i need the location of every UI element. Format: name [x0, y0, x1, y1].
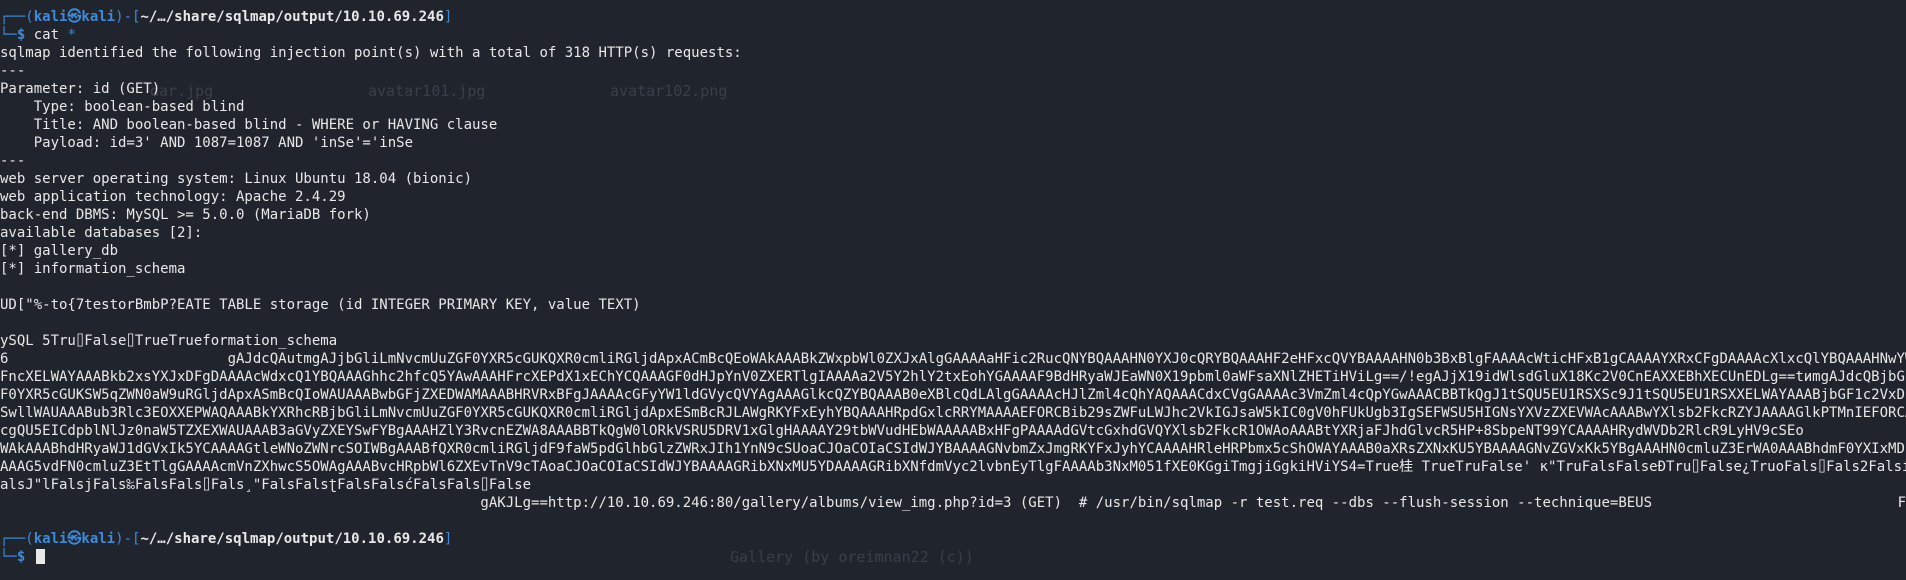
prompt-dollar: $	[16, 549, 34, 565]
command-output: sqlmap identified the following injectio…	[0, 44, 1906, 530]
terminal-output: ┌──(kali㉿kali)-[~/…/share/sqlmap/output/…	[0, 8, 1906, 566]
command-line-1: └─$ cat *	[0, 26, 1906, 44]
output-line: web application technology: Apache 2.4.2…	[0, 189, 346, 205]
output-line: ---	[0, 153, 26, 169]
output-line: gAKJLg==http://10.10.69.246:80/gallery/a…	[0, 495, 1653, 511]
output-line: Payload: id=3' AND 1087=1087 AND 'inSe'=…	[0, 135, 414, 151]
output-line: Parameter: id (GET)	[0, 81, 161, 97]
output-line: available databases [2]:	[0, 225, 203, 241]
prompt-user: kali㉿kali	[33, 531, 116, 547]
output-line: ---	[0, 63, 26, 79]
output-line: SwllWAUAAABub3Rlc3EOXXEPWAQAAABkYXRhcRBj…	[0, 405, 1906, 421]
prompt-path: ~/…/share/sqlmap/output/10.10.69.246	[140, 531, 444, 547]
command-text: cat	[33, 27, 60, 43]
output-line: Title: AND boolean-based blind - WHERE o…	[0, 117, 498, 133]
output-line: cgQU5EICdpblNlJz0naW5TZXEXWAUAAAB3aGVyZX…	[0, 423, 1804, 439]
prompt-frame: )-[	[115, 531, 141, 547]
command-line-2[interactable]: └─$	[0, 548, 1906, 566]
output-line: 6 gAJdcQAutmgAJjbGliLmNvcmUuZGF0YXR5cGUK…	[0, 351, 1906, 367]
stray-char: F	[1897, 495, 1906, 511]
output-line: WAkAAABhdHRyaWJ1dGVxIk5YCAAAAGtleWNoZWNr…	[0, 441, 1906, 457]
prompt-frame: ]	[443, 531, 453, 547]
output-line: FncXELWAYAAABkb2xsYXJxDFgDAAAAcWdxcQ1YBQ…	[0, 369, 1906, 385]
output-line: web server operating system: Linux Ubunt…	[0, 171, 473, 187]
prompt-frame: ]	[443, 9, 453, 25]
output-line: back-end DBMS: MySQL >= 5.0.0 (MariaDB f…	[0, 207, 371, 223]
output-line: UD["%-to{7testorBmbP?EATE TABLE storage …	[0, 297, 641, 313]
prompt-frame: ┌──(	[0, 531, 34, 547]
prompt-line-1: ┌──(kali㉿kali)-[~/…/share/sqlmap/output/…	[0, 8, 1906, 26]
prompt-frame: └─	[0, 549, 17, 565]
command-arg: *	[67, 27, 76, 43]
prompt-path: ~/…/share/sqlmap/output/10.10.69.246	[140, 9, 444, 25]
output-line: sqlmap identified the following injectio…	[0, 45, 742, 61]
output-line: F0YXR5cGUKSW5qZWN0aW9uRGljdApxASmBcQIoWA…	[0, 387, 1906, 403]
prompt-frame: ┌──(	[0, 9, 34, 25]
prompt-user: kali㉿kali	[33, 9, 116, 25]
prompt-line-2: ┌──(kali㉿kali)-[~/…/share/sqlmap/output/…	[0, 530, 1906, 548]
text-cursor	[35, 549, 45, 564]
output-line: [*] information_schema	[0, 261, 186, 277]
terminal-window[interactable]: dar.jpg avatar101.jpg avatar102.png Gall…	[0, 0, 1906, 580]
output-line: alsJ"lFalsjFals‰FalsFals⌷Fals¸"FalsFalsʈ…	[0, 477, 532, 493]
output-line: [*] gallery_db	[0, 243, 119, 259]
prompt-frame: )-[	[115, 9, 141, 25]
output-line: AAAG5vdFN0cmluZ3EtTlgGAAAAcmVnZXhwcS5OWA…	[0, 459, 1906, 475]
prompt-frame: └─	[0, 27, 17, 43]
output-line: ySQL 5Tru⌷False⌷TrueTrueformation_schema	[0, 333, 338, 349]
prompt-dollar: $	[16, 27, 34, 43]
output-line: Type: boolean-based blind	[0, 99, 245, 115]
